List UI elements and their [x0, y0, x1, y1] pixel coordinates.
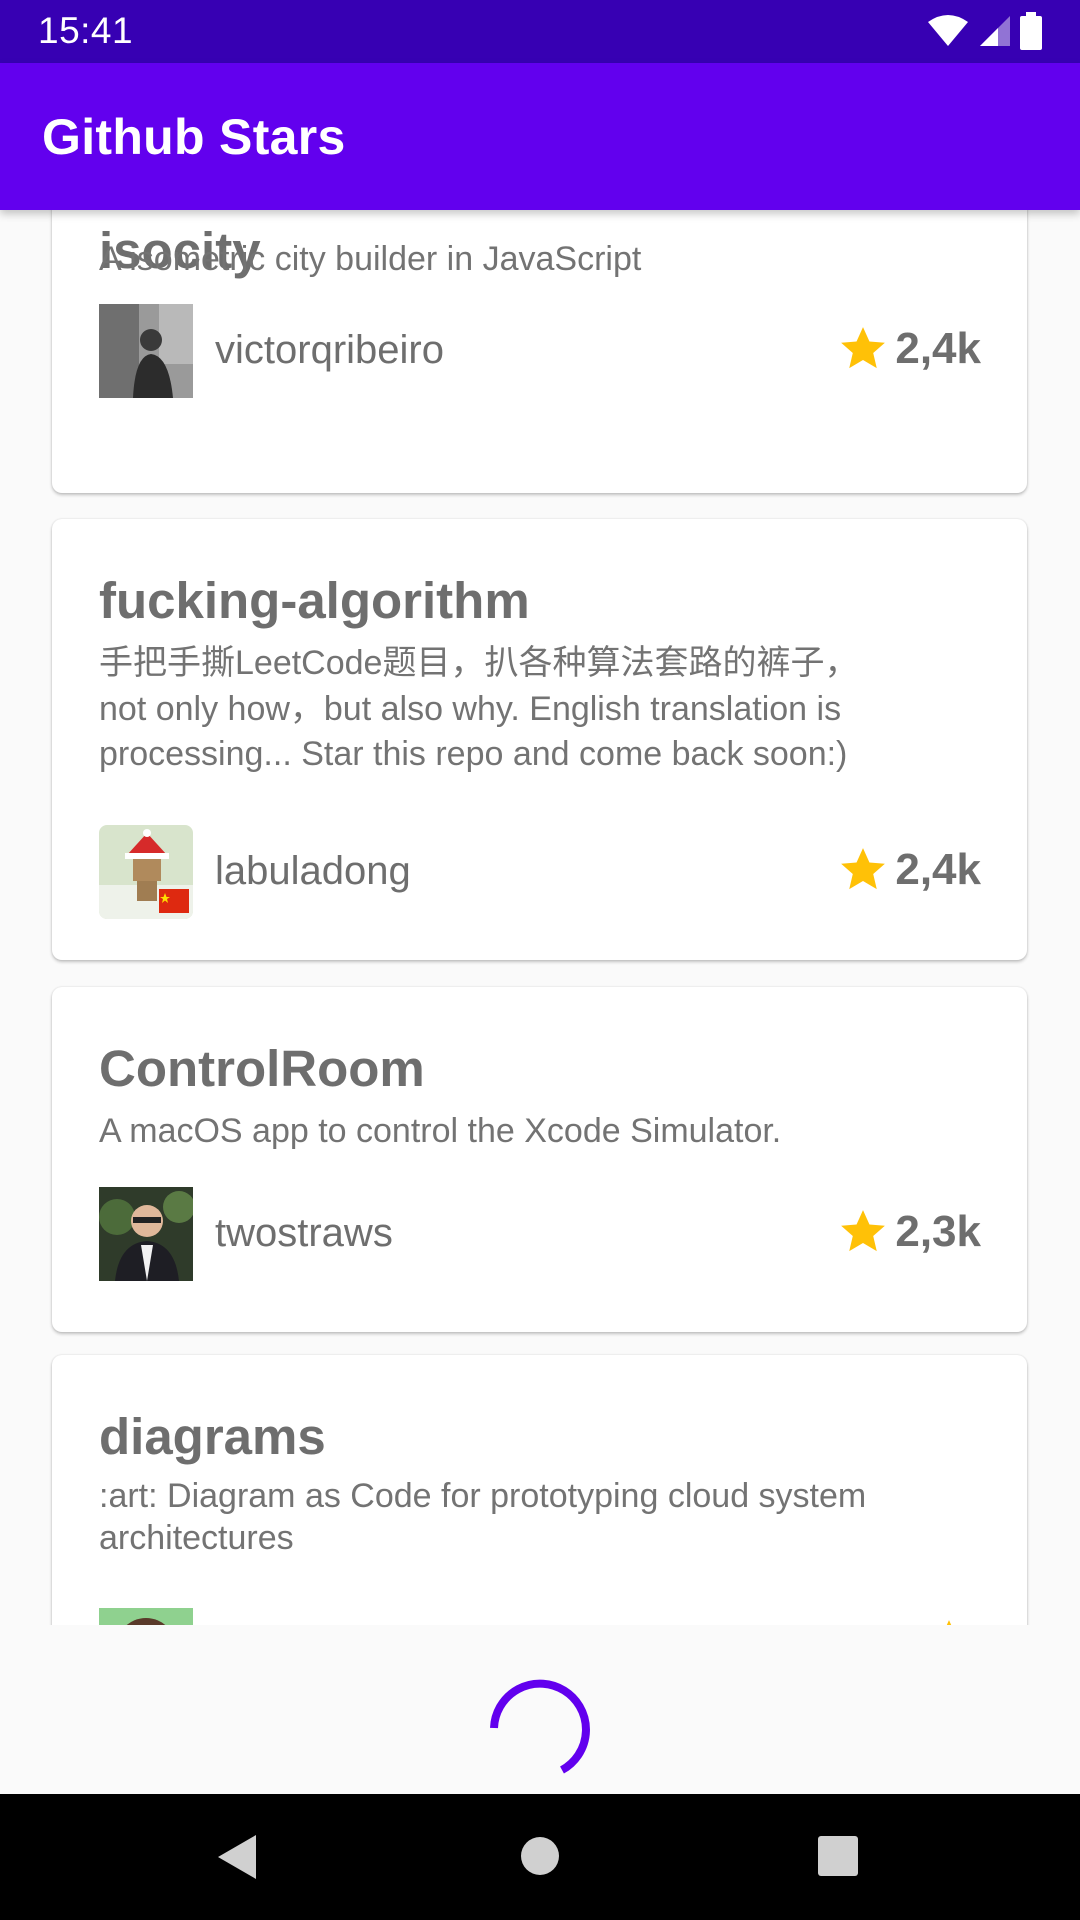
recents-icon[interactable]	[817, 1835, 859, 1877]
repo-description: A macOS app to control the Xcode Simulat…	[99, 1112, 782, 1150]
wifi-icon	[928, 15, 968, 46]
status-time: 15:41	[38, 10, 134, 51]
battery-icon	[1020, 12, 1042, 50]
repo-card[interactable]: ControlRoom A macOS app to control the X…	[52, 987, 1027, 1332]
star-icon	[841, 327, 886, 369]
star-icon	[841, 1210, 886, 1252]
back-icon[interactable]	[216, 1833, 260, 1881]
repo-card[interactable]: isocity A isometric city builder in Java…	[52, 210, 1027, 493]
owner-name: labuladong	[215, 849, 411, 893]
repo-description-continued: not only how，but also why. English trans…	[99, 690, 848, 773]
repo-description: A isometric city builder in JavaScript	[99, 240, 642, 278]
status-bar: 15:41	[0, 0, 1080, 63]
app-bar: Github Stars	[0, 63, 1080, 210]
repo-name: fucking-algorithm	[99, 572, 530, 629]
owner-name: victorqribeiro	[215, 328, 444, 372]
avatar	[99, 304, 193, 398]
star-count: 2,4k	[837, 324, 981, 374]
status-icons	[926, 12, 1042, 50]
loading-area	[0, 1625, 1080, 1794]
repo-description: 手把手撕LeetCode题目，扒各种算法套路的裤子，	[99, 644, 859, 682]
avatar	[99, 1187, 193, 1281]
star-count	[923, 1617, 981, 1625]
star-count: 2,4k	[837, 845, 981, 895]
star-icon	[946, 1620, 952, 1625]
navigation-bar	[0, 1794, 1080, 1920]
star-count-label: 2,3k	[895, 1207, 981, 1256]
star-count: 2,3k	[837, 1207, 981, 1257]
avatar	[99, 1608, 193, 1625]
loading-spinner-icon	[490, 1679, 590, 1774]
home-icon[interactable]	[520, 1836, 560, 1876]
star-icon	[841, 848, 886, 890]
repo-card[interactable]: fucking-algorithm 手把手撕LeetCode题目，扒各种算法套路…	[52, 519, 1027, 960]
repo-description: :art: Diagram as Code for prototyping cl…	[99, 1477, 867, 1557]
repo-list[interactable]: isocity A isometric city builder in Java…	[0, 210, 1080, 1625]
star-count-label: 2,4k	[895, 324, 981, 373]
repo-name: diagrams	[99, 1408, 326, 1465]
owner-name: twostraws	[215, 1211, 393, 1255]
avatar	[99, 825, 193, 919]
star-count-label: 2,4k	[895, 845, 981, 894]
app-title: Github Stars	[42, 109, 346, 165]
repo-card[interactable]: diagrams :art: Diagram as Code for proto…	[52, 1355, 1027, 1625]
cell-signal-icon	[980, 16, 1010, 46]
repo-name: ControlRoom	[99, 1040, 425, 1097]
